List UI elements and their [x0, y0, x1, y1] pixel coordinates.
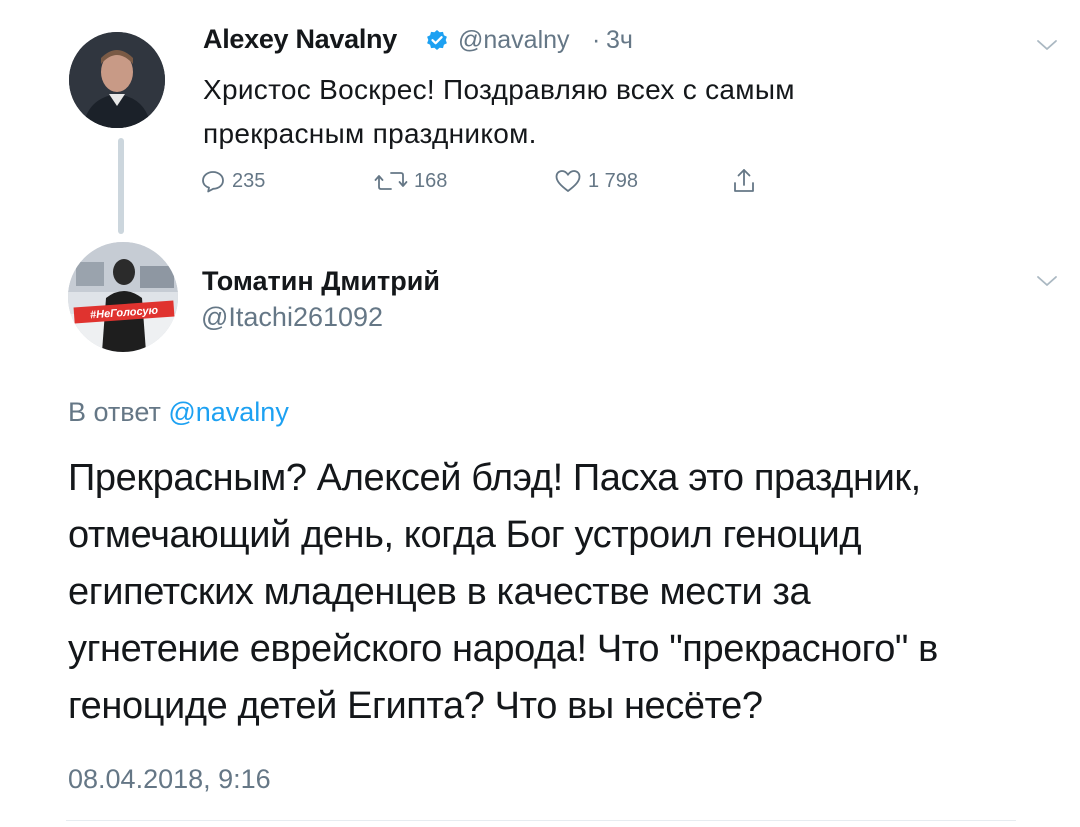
reply-icon [202, 171, 224, 193]
separator-dot: · [592, 26, 601, 54]
chevron-down-icon[interactable] [1036, 274, 1058, 288]
reply-tweet-text: Прекрасным? Алексей блэд! Пасха это праз… [68, 450, 1058, 735]
replying-to: В ответ @navalny [68, 397, 289, 428]
reply-author-name[interactable]: Томатин Дмитрий [202, 266, 440, 297]
retweet-icon [374, 172, 408, 190]
share-icon [734, 169, 754, 192]
tweet-text-line: египетских младенцев в качестве мести за [68, 571, 811, 613]
retweet-button[interactable]: 168 [374, 166, 447, 196]
reply-button[interactable]: 235 [200, 166, 265, 196]
replying-to-label: В ответ [68, 397, 161, 427]
reply-author-avatar[interactable]: #НеГолосую [68, 242, 178, 352]
avatar-photo [69, 32, 165, 128]
like-count: 1 798 [588, 169, 639, 192]
reply-count: 235 [232, 169, 266, 192]
verified-badge-icon [427, 30, 447, 50]
author-avatar[interactable] [69, 32, 165, 128]
heart-icon [555, 170, 581, 192]
avatar-photo: #НеГолосую [68, 242, 178, 352]
author-handle[interactable]: @navalny [458, 26, 570, 55]
tweet-time[interactable]: 3ч [606, 26, 633, 55]
reply-author-handle[interactable]: @Itachi261092 [201, 302, 383, 333]
chevron-down-icon[interactable] [1036, 38, 1058, 52]
tweet-text-line: геноциде детей Египта? Что вы несёте? [68, 685, 763, 727]
replying-to-mention[interactable]: @navalny [168, 397, 288, 427]
tweet-text: Христос Воскрес! Поздравляю всех с самым… [203, 74, 795, 149]
retweet-count: 168 [414, 169, 448, 192]
tweet-text-line: Прекрасным? Алексей блэд! Пасха это праз… [68, 457, 921, 499]
share-button[interactable] [731, 166, 763, 196]
divider [66, 820, 1016, 821]
tweet-text-line: угнетение еврейского народа! Что "прекра… [68, 628, 938, 670]
author-name[interactable]: Alexey Navalny [203, 24, 397, 55]
thread-connector-line [118, 138, 124, 234]
tweet-timestamp[interactable]: 08.04.2018, 9:16 [68, 764, 271, 795]
like-button[interactable]: 1 798 [554, 166, 638, 196]
tweet-text-line: отмечающий день, когда Бог устроил геноц… [68, 514, 862, 556]
